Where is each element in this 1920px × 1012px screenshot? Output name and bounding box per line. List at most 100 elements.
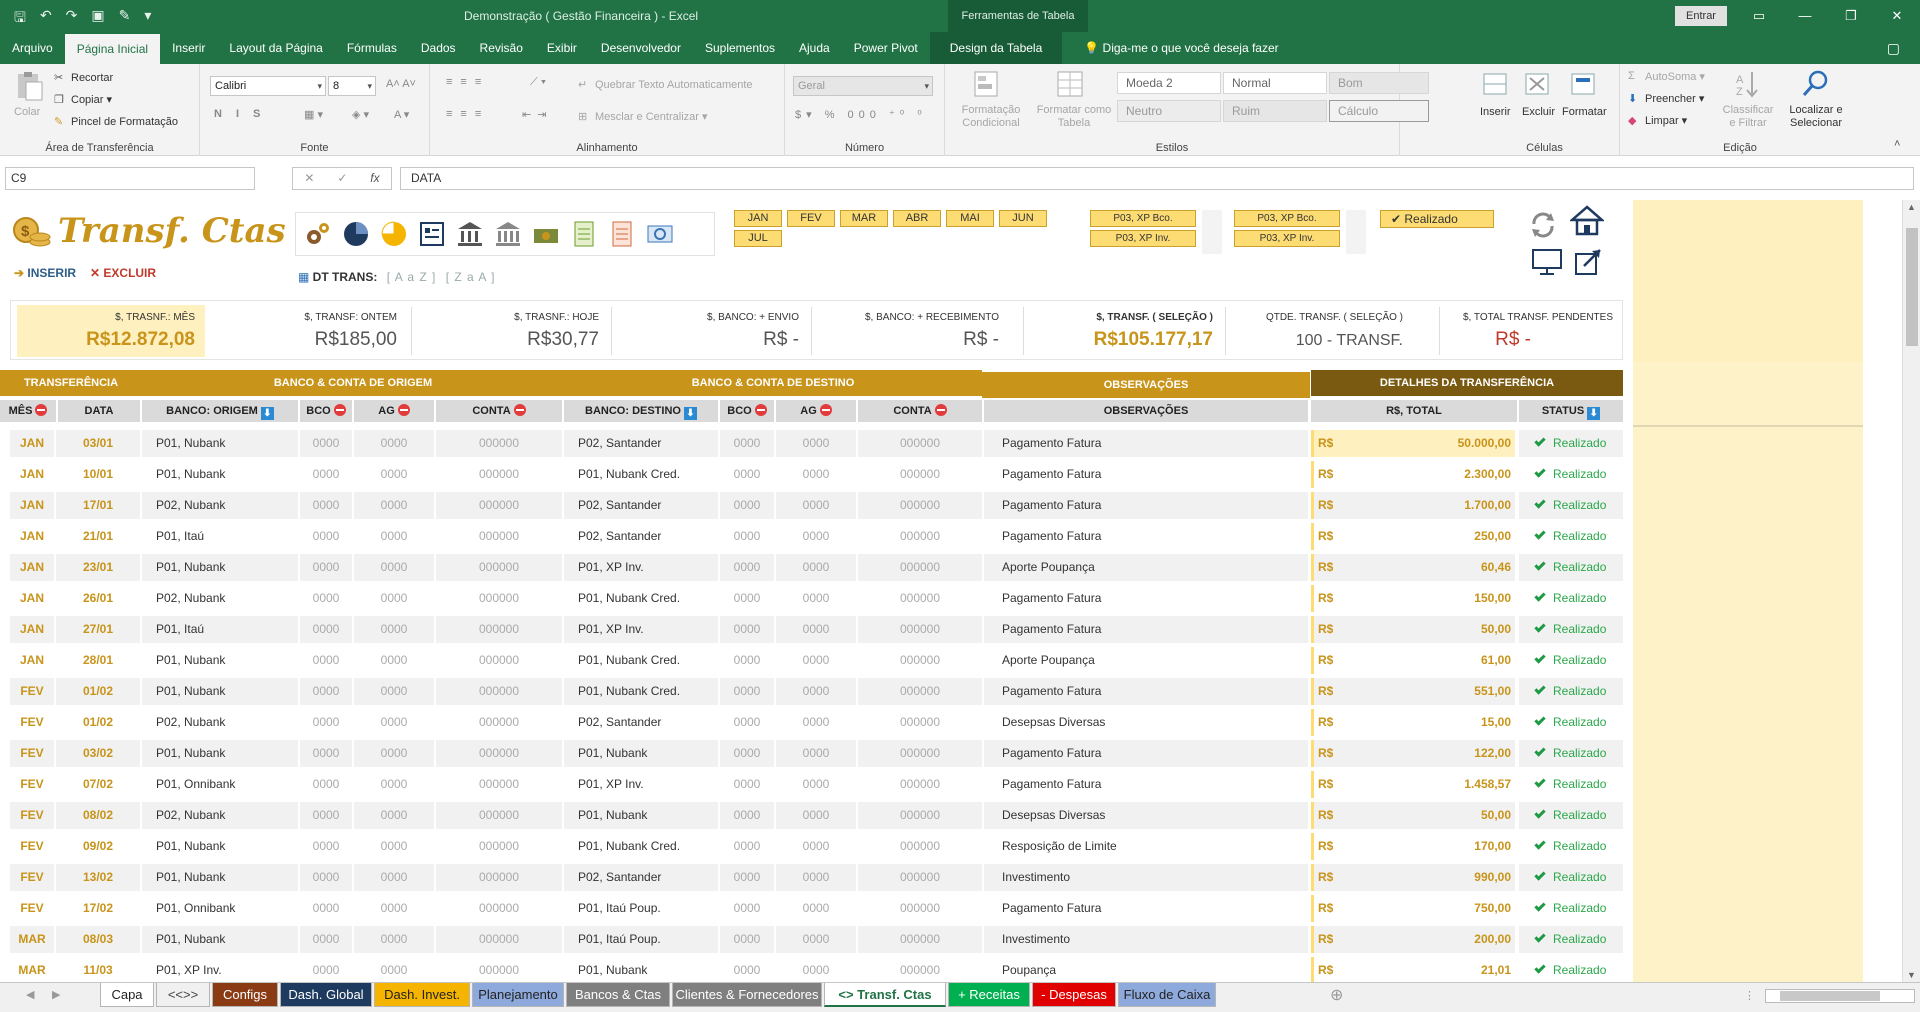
red-document-icon[interactable] — [607, 219, 637, 249]
col-ag-dest[interactable]: AG — [776, 400, 856, 422]
ribbon-tab-4[interactable]: Fórmulas — [335, 32, 409, 64]
cell-cur[interactable]: R$ — [1311, 709, 1333, 736]
fx-icon[interactable]: fx — [370, 168, 379, 189]
table-row[interactable]: JAN 28/01 P01, Nubank 0000 0000 000000 P01, Nu… — [0, 645, 1623, 676]
font-name-select[interactable]: Calibri — [210, 76, 326, 96]
cell-data[interactable]: 23/01 — [56, 554, 140, 581]
delete-cells-icon[interactable] — [1520, 68, 1554, 100]
cell-cur[interactable]: R$ — [1311, 492, 1333, 519]
cell-conta2[interactable]: 000000 — [858, 616, 982, 643]
cell-valor[interactable]: 1.700,00 — [1333, 492, 1515, 519]
cell-cur[interactable]: R$ — [1311, 430, 1333, 457]
table-row[interactable]: JAN 10/01 P01, Nubank 0000 0000 000000 P01, Nu… — [0, 459, 1623, 490]
table-row[interactable]: JAN 27/01 P01, Itaú 0000 0000 000000 P01, XP I… — [0, 614, 1623, 645]
cell-dest[interactable]: P01, Nubank Cred. — [564, 647, 718, 674]
cell-mes[interactable]: JAN — [10, 492, 54, 519]
cell-conta[interactable]: 000000 — [436, 585, 562, 612]
fill-color-icon[interactable]: ◈ ▾ — [352, 108, 369, 121]
home-icon[interactable] — [1570, 204, 1604, 236]
cell-dest[interactable]: P01, Itaú Poup. — [564, 926, 718, 953]
cell-ag[interactable]: 0000 — [354, 709, 434, 736]
save-icon[interactable]: 🖫 — [14, 7, 26, 31]
sheet-tab-4[interactable]: Dash. Invest. — [374, 983, 470, 1007]
col-banco-destino[interactable]: BANCO: DESTINO ⬇ — [564, 400, 718, 422]
cell-dest[interactable]: P01, Nubank Cred. — [564, 461, 718, 488]
cell-orig[interactable]: P01, Nubank — [142, 430, 298, 457]
cell-bco[interactable]: 0000 — [300, 585, 352, 612]
table-row[interactable]: JAN 26/01 P02, Nubank 0000 0000 000000 P01, Nu… — [0, 583, 1623, 614]
cell-bco2[interactable]: 0000 — [720, 523, 774, 550]
cell-dest[interactable]: P01, Nubank Cred. — [564, 678, 718, 705]
cell-data[interactable]: 28/01 — [56, 647, 140, 674]
restore-icon[interactable]: ❐ — [1828, 0, 1874, 32]
fill-button[interactable]: ⬇ Preencher ▾ — [1628, 92, 1704, 106]
cell-status[interactable]: Realizado — [1519, 678, 1623, 705]
ribbon-tab-design[interactable]: Design da Tabela — [929, 32, 1063, 64]
cell-conta2[interactable]: 000000 — [858, 709, 982, 736]
col-conta-dest[interactable]: CONTA — [858, 400, 982, 422]
cell-obs[interactable]: Pagamento Fatura — [984, 771, 1308, 798]
format-painter-button[interactable]: ✎ Pincel de Formatação — [54, 115, 178, 129]
cell-mes[interactable]: MAR — [10, 957, 54, 982]
table-row[interactable]: JAN 03/01 P01, Nubank 0000 0000 000000 P02, Sa… — [0, 428, 1623, 459]
cell-status[interactable]: Realizado — [1519, 647, 1623, 674]
cell-conta[interactable]: 000000 — [436, 771, 562, 798]
cell-ag2[interactable]: 0000 — [776, 492, 856, 519]
new-sheet-icon[interactable]: ⊕ — [1330, 985, 1343, 1005]
sheet-tab-9[interactable]: + Receitas — [948, 983, 1030, 1007]
cell-valor[interactable]: 1.458,57 — [1333, 771, 1515, 798]
style-moeda2[interactable]: Moeda 2 — [1117, 72, 1221, 94]
cell-ag2[interactable]: 0000 — [776, 771, 856, 798]
col-mes[interactable]: MÊS — [0, 400, 56, 422]
find-select-icon[interactable] — [1798, 68, 1832, 100]
cell-conta[interactable]: 000000 — [436, 926, 562, 953]
cell-conta2[interactable]: 000000 — [858, 554, 982, 581]
cell-ag2[interactable]: 0000 — [776, 833, 856, 860]
style-normal[interactable]: Normal — [1223, 72, 1327, 94]
cell-bco2[interactable]: 0000 — [720, 709, 774, 736]
ribbon-tab-11[interactable]: Power Pivot — [842, 32, 930, 64]
cut-button[interactable]: ✂ Recortar — [54, 71, 113, 85]
delete-row-button[interactable]: ✕ EXCLUIR — [90, 266, 156, 280]
cell-bco2[interactable]: 0000 — [720, 771, 774, 798]
cell-mes[interactable]: JAN — [10, 585, 54, 612]
cell-ag2[interactable]: 0000 — [776, 554, 856, 581]
table-row[interactable]: MAR 08/03 P01, Nubank 0000 0000 000000 P01, It… — [0, 924, 1623, 955]
cell-dest[interactable]: P01, Nubank — [564, 802, 718, 829]
conditional-format-icon[interactable] — [969, 68, 1003, 100]
table-row[interactable]: FEV 01/02 P02, Nubank 0000 0000 000000 P02, Sa… — [0, 707, 1623, 738]
cell-conta[interactable]: 000000 — [436, 523, 562, 550]
camera-icon[interactable]: ▣ — [91, 7, 104, 31]
cell-ag2[interactable]: 0000 — [776, 864, 856, 891]
cell-bco[interactable]: 0000 — [300, 740, 352, 767]
cell-dest[interactable]: P01, XP Inv. — [564, 771, 718, 798]
cell-ag[interactable]: 0000 — [354, 802, 434, 829]
cell-ag2[interactable]: 0000 — [776, 616, 856, 643]
cell-ag[interactable]: 0000 — [354, 616, 434, 643]
cell-valor[interactable]: 122,00 — [1333, 740, 1515, 767]
cell-dest[interactable]: P02, Santander — [564, 492, 718, 519]
cell-valor[interactable]: 50.000,00 — [1333, 430, 1515, 457]
scroll-down-icon[interactable]: ▼ — [1907, 970, 1916, 980]
pie-chart-gold-icon[interactable] — [379, 219, 409, 249]
cell-conta2[interactable]: 000000 — [858, 926, 982, 953]
indent-icons[interactable]: ⇤⇥ — [522, 108, 552, 121]
cell-bco[interactable]: 0000 — [300, 833, 352, 860]
cell-valor[interactable]: 150,00 — [1333, 585, 1515, 612]
brush-icon[interactable]: ✎ — [119, 7, 131, 31]
cell-dest[interactable]: P01, Nubank Cred. — [564, 585, 718, 612]
cell-status[interactable]: Realizado — [1519, 895, 1623, 922]
cell-obs[interactable]: Desepsas Diversas — [984, 802, 1308, 829]
number-format-icons[interactable]: $▾ % 000 ⁺⁰ ⁰ — [795, 108, 927, 121]
redo-icon[interactable]: ↷ — [66, 7, 78, 31]
cell-mes[interactable]: JAN — [10, 616, 54, 643]
cell-ag2[interactable]: 0000 — [776, 895, 856, 922]
cell-conta[interactable]: 000000 — [436, 802, 562, 829]
cell-status[interactable]: Realizado — [1519, 926, 1623, 953]
cell-ag2[interactable]: 0000 — [776, 709, 856, 736]
sort-filter-button[interactable]: Classificar e Filtrar — [1720, 104, 1776, 130]
cell-orig[interactable]: P01, Nubank — [142, 678, 298, 705]
cell-mes[interactable]: FEV — [10, 864, 54, 891]
cell-dest[interactable]: P01, Nubank — [564, 740, 718, 767]
cell-data[interactable]: 08/02 — [56, 802, 140, 829]
